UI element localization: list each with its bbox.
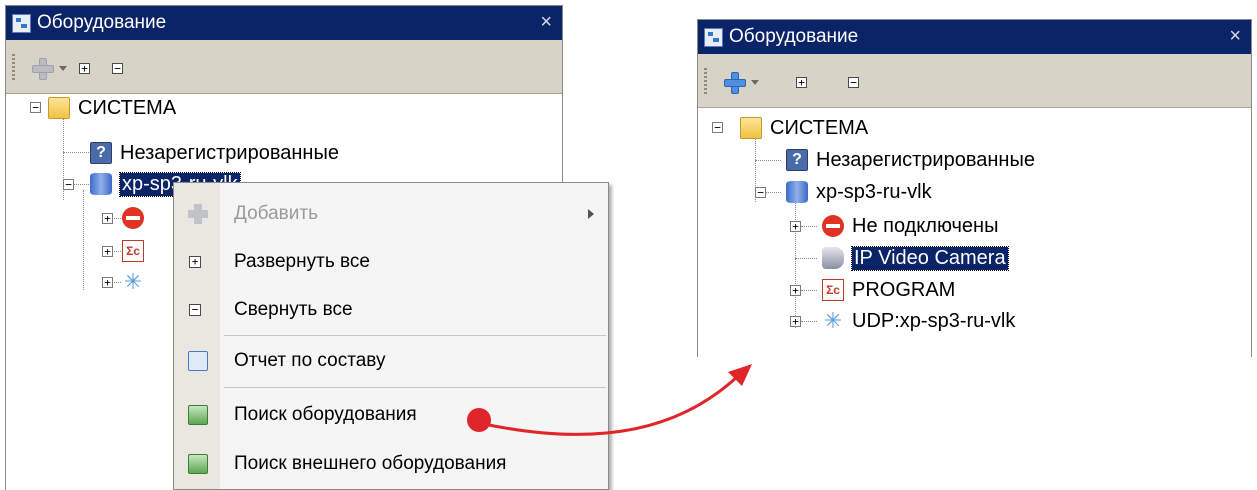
menu-item-search-external[interactable]: Поиск внешнего оборудования — [174, 441, 608, 487]
tree-node-label: Незарегистрированные — [120, 141, 339, 164]
tree-node-label: xp-sp3-ru-vlk — [816, 180, 932, 203]
left-panel-titlebar: Оборудование × — [6, 6, 562, 40]
search-hardware-icon — [188, 405, 208, 425]
tree-node-label: Не подключены — [852, 214, 999, 237]
menu-item-label: Отчет по составу — [234, 350, 386, 371]
menu-item-label: Развернуть все — [234, 251, 370, 272]
camera-icon — [822, 247, 844, 269]
collapse-toggle[interactable]: − — [712, 122, 723, 133]
right-equipment-tree: − СИСТЕМА ? Незарегистрированные − xp-sp… — [698, 108, 1251, 357]
expand-toggle[interactable]: + — [790, 285, 801, 296]
question-icon: ? — [786, 149, 808, 171]
tree-node-label: UDP:xp-sp3-ru-vlk — [852, 309, 1016, 332]
collapse-toggle[interactable]: − — [755, 187, 766, 198]
tree-node-label: Незарегистрированные — [816, 148, 1035, 171]
tree-node-hidden-2[interactable]: Σc — [122, 235, 152, 267]
add-dropdown-arrow-icon[interactable] — [59, 66, 67, 71]
tree-node-system[interactable]: СИСТЕМА — [740, 112, 868, 144]
tree-node-label: СИСТЕМА — [770, 116, 869, 139]
add-button-icon[interactable] — [32, 58, 54, 80]
menu-item-label: Добавить — [234, 203, 318, 224]
expand-all-button[interactable]: + — [796, 77, 807, 88]
collapse-toggle[interactable]: − — [30, 102, 41, 113]
toolbar-grip[interactable] — [12, 54, 15, 82]
menu-item-collapse-all[interactable]: − Свернуть все — [174, 287, 608, 333]
right-panel-titlebar: Оборудование × — [698, 20, 1251, 54]
collapse-all-button[interactable]: − — [848, 77, 859, 88]
tree-node-label: СИСТЕМА — [78, 96, 177, 119]
database-icon — [786, 181, 808, 203]
left-panel-toolbar: + − — [6, 40, 562, 94]
tree-node-ip-camera[interactable]: IP Video Camera — [822, 242, 1009, 274]
close-icon[interactable]: × — [540, 11, 552, 34]
database-icon — [90, 173, 112, 195]
expand-toggle[interactable]: + — [102, 213, 113, 224]
menu-item-label: Поиск внешнего оборудования — [234, 453, 507, 474]
program-icon: Σc — [122, 240, 144, 262]
expand-toggle[interactable]: + — [790, 221, 801, 232]
expand-box-icon: + — [189, 256, 201, 268]
submenu-arrow-icon — [588, 209, 594, 219]
stop-icon — [822, 215, 844, 237]
right-panel-title: Оборудование — [729, 26, 859, 47]
equipment-tree-icon — [704, 27, 723, 47]
network-icon: ✳ — [123, 269, 143, 294]
tree-node-label: IP Video Camera — [851, 245, 1009, 271]
menu-item-expand-all[interactable]: + Развернуть все — [174, 239, 608, 285]
menu-separator — [224, 335, 606, 336]
tree-node-host[interactable]: xp-sp3-ru-vlk — [786, 176, 932, 208]
folder-icon — [48, 97, 70, 119]
report-icon — [188, 351, 208, 371]
search-external-icon — [188, 454, 208, 474]
right-panel-toolbar: + − — [698, 54, 1251, 108]
collapse-all-button[interactable]: − — [112, 63, 123, 74]
tree-node-not-connected[interactable]: Не подключены — [822, 210, 998, 242]
expand-toggle[interactable]: + — [790, 316, 801, 327]
left-panel-title: Оборудование — [37, 12, 167, 33]
toolbar-grip[interactable] — [704, 68, 707, 96]
expand-toggle[interactable]: + — [102, 277, 113, 288]
tree-node-hidden-3[interactable]: ✳ — [122, 266, 152, 298]
add-button-icon[interactable] — [724, 72, 746, 94]
right-equipment-panel: Оборудование × + − − СИСТЕМА ? Незарегис… — [697, 19, 1252, 357]
equipment-tree-icon — [12, 13, 31, 33]
add-dropdown-arrow-icon[interactable] — [751, 80, 759, 85]
program-icon: Σc — [822, 279, 844, 301]
stop-icon — [122, 207, 144, 229]
context-menu: Добавить + Развернуть все − Свернуть все… — [173, 182, 609, 490]
plus-icon — [188, 204, 208, 224]
tree-node-program[interactable]: Σc PROGRAM — [822, 274, 955, 306]
question-icon: ? — [90, 142, 112, 164]
collapse-box-icon: − — [189, 304, 201, 316]
tree-node-udp[interactable]: ✳ UDP:xp-sp3-ru-vlk — [822, 305, 1016, 337]
tree-node-hidden-1[interactable] — [122, 202, 152, 234]
expand-toggle[interactable]: + — [102, 246, 113, 257]
menu-item-label: Свернуть все — [234, 299, 353, 320]
menu-item-label: Поиск оборудования — [234, 404, 417, 425]
tree-node-label: PROGRAM — [852, 278, 956, 301]
menu-separator — [224, 387, 606, 388]
expand-all-button[interactable]: + — [79, 63, 90, 74]
annotation-arrowhead — [728, 364, 752, 386]
tree-node-unregistered[interactable]: ? Незарегистрированные — [786, 144, 1035, 176]
folder-icon — [740, 117, 762, 139]
menu-item-search-hardware[interactable]: Поиск оборудования — [174, 392, 608, 438]
tree-node-unregistered[interactable]: ? Незарегистрированные — [90, 137, 339, 169]
menu-item-add[interactable]: Добавить — [174, 191, 608, 237]
collapse-toggle[interactable]: − — [63, 179, 74, 190]
menu-item-report[interactable]: Отчет по составу — [174, 338, 608, 384]
close-icon[interactable]: × — [1229, 25, 1241, 48]
tree-node-system[interactable]: СИСТЕМА — [48, 92, 176, 124]
network-icon: ✳ — [823, 308, 843, 333]
